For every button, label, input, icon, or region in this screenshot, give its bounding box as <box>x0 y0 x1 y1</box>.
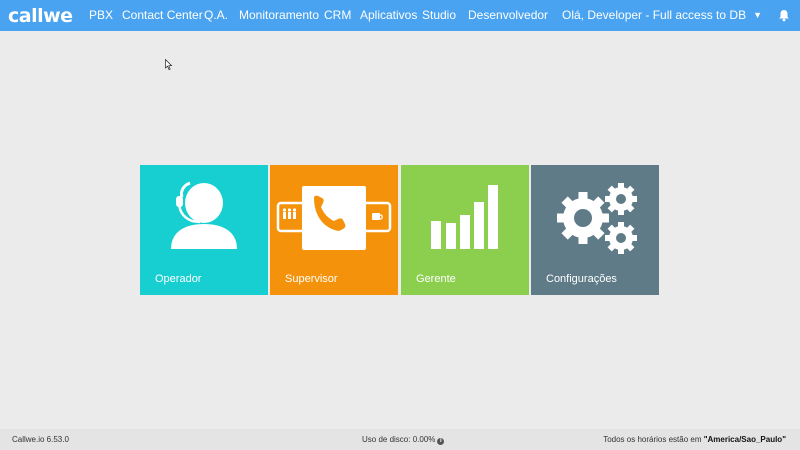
tile-label: Supervisor <box>285 273 338 285</box>
role-tiles: Operador Supervisor Gerente Configuraçõe… <box>140 165 660 295</box>
bell-icon[interactable] <box>778 9 790 22</box>
nav-aplicativos[interactable]: Aplicativos <box>360 0 417 31</box>
timezone-value: "America/Sao_Paulo" <box>703 435 786 444</box>
top-navbar: callwe PBX Contact Center Q.A. Monitoram… <box>0 0 800 31</box>
nav-contact-center[interactable]: Contact Center <box>122 0 203 31</box>
tile-label: Gerente <box>416 273 456 285</box>
footer: Callwe.io 6.53.0 Uso de disco: 0.00% i To… <box>0 429 800 450</box>
user-menu[interactable]: Olá, Developer - Full access to DB ▼ <box>562 0 762 31</box>
nav-qa[interactable]: Q.A. <box>204 0 228 31</box>
tile-supervisor[interactable]: Supervisor <box>270 165 398 295</box>
timezone-prefix: Todos os horários estão em <box>603 435 704 444</box>
disk-usage-text: Uso de disco: 0.00% <box>362 435 436 444</box>
nav-crm[interactable]: CRM <box>324 0 351 31</box>
nav-desenvolvedor[interactable]: Desenvolvedor <box>468 0 548 31</box>
caret-down-icon: ▼ <box>753 10 762 20</box>
app-version: Callwe.io 6.53.0 <box>12 435 69 444</box>
tile-label: Configurações <box>546 273 617 285</box>
tile-label: Operador <box>155 273 202 285</box>
callwe-logo[interactable]: callwe <box>8 4 73 28</box>
mouse-cursor-icon <box>165 59 173 70</box>
nav-monitoramento[interactable]: Monitoramento <box>239 0 319 31</box>
nav-studio[interactable]: Studio <box>422 0 456 31</box>
disk-usage: Uso de disco: 0.00% i <box>362 429 445 450</box>
tile-configuracoes[interactable]: Configurações <box>531 165 659 295</box>
info-icon[interactable]: i <box>437 438 445 445</box>
tile-operador[interactable]: Operador <box>140 165 268 295</box>
tile-gerente[interactable]: Gerente <box>401 165 529 295</box>
timezone-note: Todos os horários estão em "America/Sao_… <box>603 429 786 450</box>
nav-pbx[interactable]: PBX <box>89 0 113 31</box>
user-greeting: Olá, Developer - Full access to DB <box>562 8 747 22</box>
